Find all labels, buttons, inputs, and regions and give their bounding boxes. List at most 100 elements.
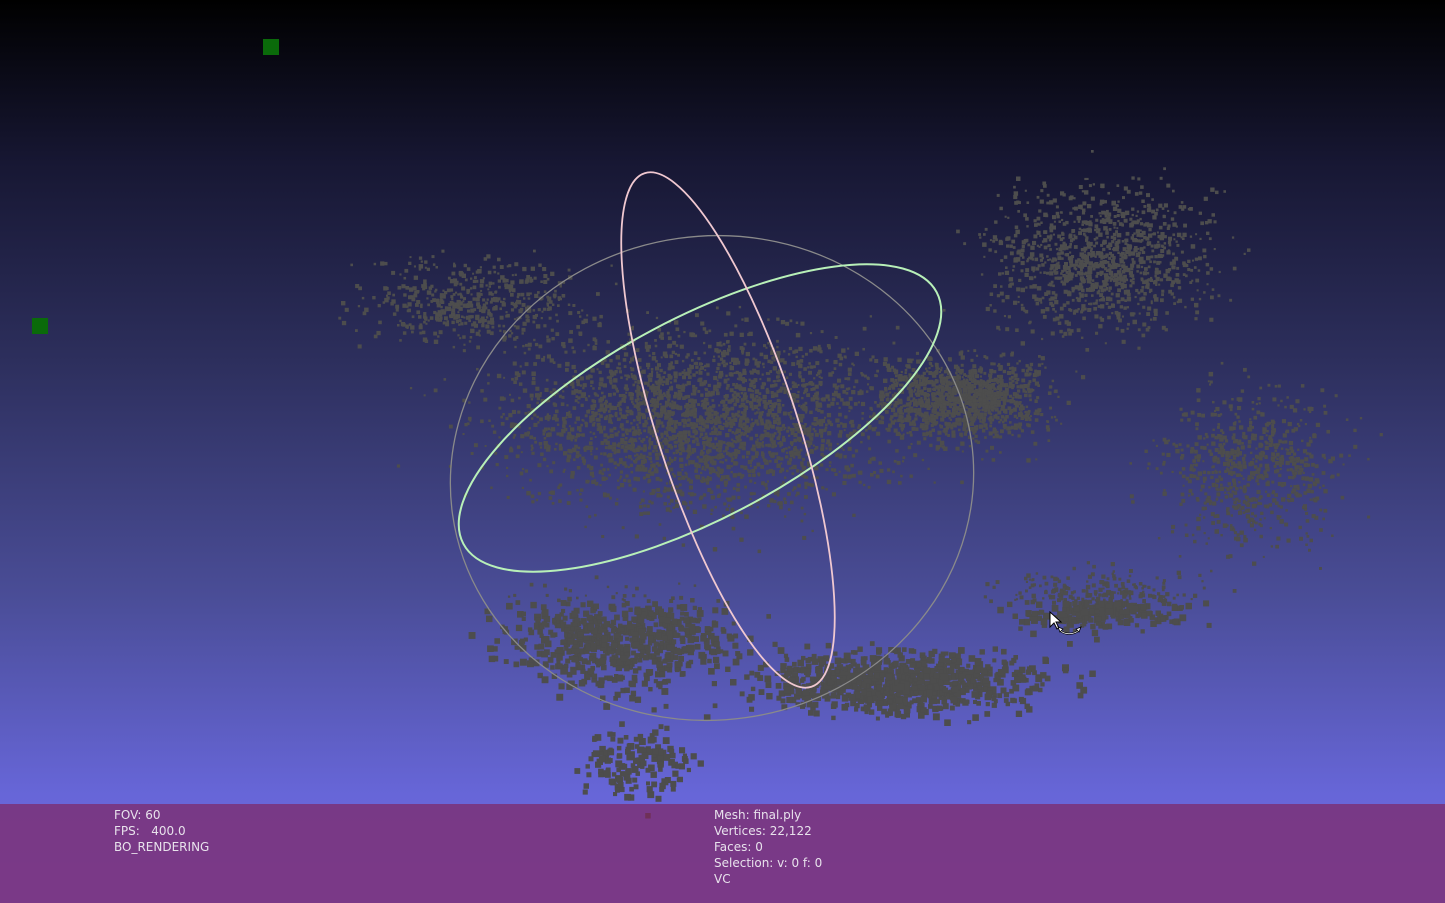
point	[1020, 429, 1024, 433]
point	[1077, 264, 1081, 268]
point	[1057, 234, 1061, 239]
point	[815, 391, 819, 395]
point	[700, 421, 705, 426]
point	[648, 377, 653, 383]
point	[1109, 243, 1112, 246]
point	[1024, 372, 1029, 377]
point	[587, 480, 590, 483]
point	[650, 501, 654, 505]
point	[1047, 244, 1051, 248]
point	[869, 386, 874, 391]
point	[744, 514, 749, 519]
point	[1084, 177, 1087, 181]
point	[835, 418, 840, 423]
point	[728, 428, 731, 432]
point	[1096, 271, 1100, 275]
point	[1000, 285, 1003, 288]
point	[1181, 237, 1185, 240]
point	[1178, 443, 1182, 446]
point	[433, 388, 438, 393]
point	[754, 361, 759, 366]
point	[1091, 294, 1094, 297]
point	[1052, 284, 1055, 288]
point	[790, 411, 793, 414]
point	[625, 432, 629, 436]
point	[565, 361, 570, 367]
point	[1016, 176, 1021, 181]
point	[1223, 190, 1226, 193]
point	[1013, 300, 1018, 305]
point	[789, 319, 793, 323]
point	[1288, 476, 1291, 479]
point	[1023, 213, 1027, 218]
point	[650, 368, 654, 371]
point	[1348, 454, 1351, 457]
point	[911, 368, 916, 372]
point	[743, 378, 746, 382]
point	[667, 410, 672, 415]
point	[1067, 256, 1072, 261]
point	[972, 414, 976, 417]
point	[940, 417, 945, 422]
point	[670, 381, 673, 384]
point	[989, 424, 993, 428]
point	[673, 441, 677, 444]
point	[702, 327, 707, 331]
point	[1198, 256, 1202, 261]
point	[706, 455, 711, 460]
point	[733, 360, 738, 366]
point	[1102, 247, 1106, 252]
point	[664, 439, 669, 443]
3d-viewport[interactable]: FOV: 60 FPS: 400.0 BO_RENDERING Mesh: fi…	[0, 0, 1445, 903]
point	[539, 417, 543, 422]
point	[688, 500, 693, 505]
point	[614, 502, 619, 506]
point	[993, 309, 997, 313]
point	[589, 446, 594, 451]
point	[833, 367, 837, 370]
point	[838, 362, 843, 367]
point	[808, 381, 812, 386]
point	[1010, 375, 1014, 379]
point	[575, 454, 580, 459]
point	[1160, 278, 1164, 282]
point	[1000, 415, 1005, 419]
point	[971, 390, 975, 393]
point	[958, 428, 961, 432]
point	[1167, 268, 1172, 272]
point	[632, 383, 636, 387]
point	[1087, 228, 1092, 233]
point	[681, 371, 685, 375]
point	[667, 398, 671, 402]
point	[823, 428, 827, 432]
point	[1102, 239, 1107, 245]
point	[694, 334, 698, 338]
point	[634, 381, 637, 384]
point	[907, 358, 912, 363]
point	[653, 394, 656, 397]
point	[785, 455, 789, 459]
point-cloud-scene[interactable]	[0, 0, 1445, 903]
point	[528, 427, 531, 430]
point	[860, 440, 863, 444]
point	[531, 500, 535, 504]
point	[629, 428, 632, 431]
point	[996, 294, 1000, 298]
point	[804, 481, 809, 486]
point	[951, 433, 956, 438]
point	[616, 449, 621, 454]
point	[639, 432, 642, 435]
point	[960, 355, 965, 360]
point	[980, 273, 984, 276]
point	[647, 469, 651, 473]
point	[749, 497, 752, 501]
point	[820, 330, 824, 334]
point	[570, 382, 574, 386]
point	[1209, 317, 1214, 322]
point	[1013, 373, 1018, 378]
point	[1146, 286, 1150, 290]
point	[854, 449, 859, 453]
point	[1029, 362, 1034, 367]
point	[1003, 408, 1008, 413]
point	[1054, 296, 1058, 300]
